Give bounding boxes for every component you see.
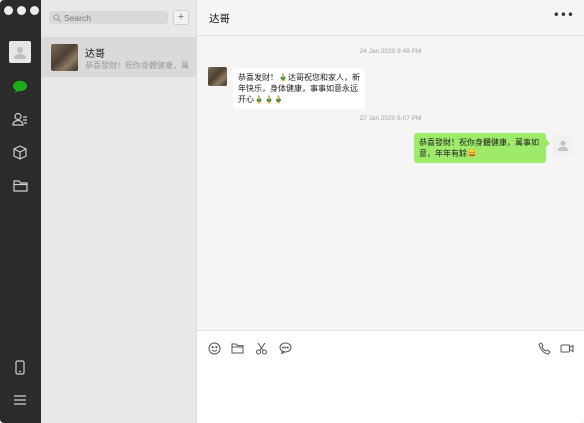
message-input-area[interactable] (197, 330, 584, 423)
search-input[interactable] (64, 12, 164, 23)
folder-icon[interactable] (230, 341, 244, 355)
search-box[interactable] (49, 11, 168, 24)
outgoing-message-bubble[interactable]: 恭喜發財！祝你身體健康，萬事如意，年年有餘😄 (414, 133, 550, 163)
contacts-icon[interactable] (11, 110, 29, 128)
contact-avatar[interactable] (208, 67, 227, 86)
chat-title: 达哥 (209, 13, 230, 25)
chat-header: 达哥 ••• (197, 0, 584, 36)
more-options-button[interactable]: ••• (553, 8, 574, 22)
incoming-message-bubble[interactable]: 恭喜发财！🎍达哥祝您和家人，新年快乐，身体健康，事事如意永远开心🎍🎍🎍 (229, 68, 365, 109)
chat-preview: 恭喜發財！祝你身體健康，萬 (85, 61, 189, 70)
window-controls (4, 6, 39, 15)
chat-list-item[interactable]: 达哥 恭喜發財！祝你身體健康，萬 (41, 37, 196, 77)
chat-avatar (51, 44, 78, 71)
wechat-window: + 达哥 恭喜發財！祝你身體健康，萬 达哥 ••• 24 Jan 2020 9:… (0, 0, 584, 423)
video-call-icon[interactable] (560, 341, 574, 355)
search-icon (53, 13, 61, 22)
conversation-list: + 达哥 恭喜發財！祝你身體健康，萬 (41, 0, 197, 423)
my-avatar[interactable] (553, 135, 572, 154)
add-chat-button[interactable]: + (173, 10, 189, 25)
profile-avatar[interactable] (9, 41, 31, 63)
navigation-rail (0, 0, 41, 423)
close-window-button[interactable] (4, 6, 13, 15)
files-icon[interactable] (11, 177, 29, 195)
scissors-icon[interactable] (254, 341, 268, 355)
chats-icon[interactable] (11, 78, 29, 96)
phone-call-icon[interactable] (537, 341, 551, 355)
message-timestamp: 27 Jan 2020 6:07 PM (359, 115, 422, 122)
zoom-window-button[interactable] (30, 6, 39, 15)
emoji-icon[interactable] (207, 341, 221, 355)
chat-name: 达哥 (85, 49, 105, 60)
message-timestamp: 24 Jan 2020 9:49 PM (359, 48, 422, 55)
chat-bubble-icon[interactable] (278, 341, 292, 355)
favorites-icon[interactable] (11, 143, 29, 161)
minimize-window-button[interactable] (17, 6, 26, 15)
phone-icon[interactable] (11, 358, 29, 376)
chat-panel: 达哥 ••• 24 Jan 2020 9:49 PM 恭喜发财！🎍达哥祝您和家人… (197, 0, 584, 423)
menu-icon[interactable] (11, 391, 29, 409)
